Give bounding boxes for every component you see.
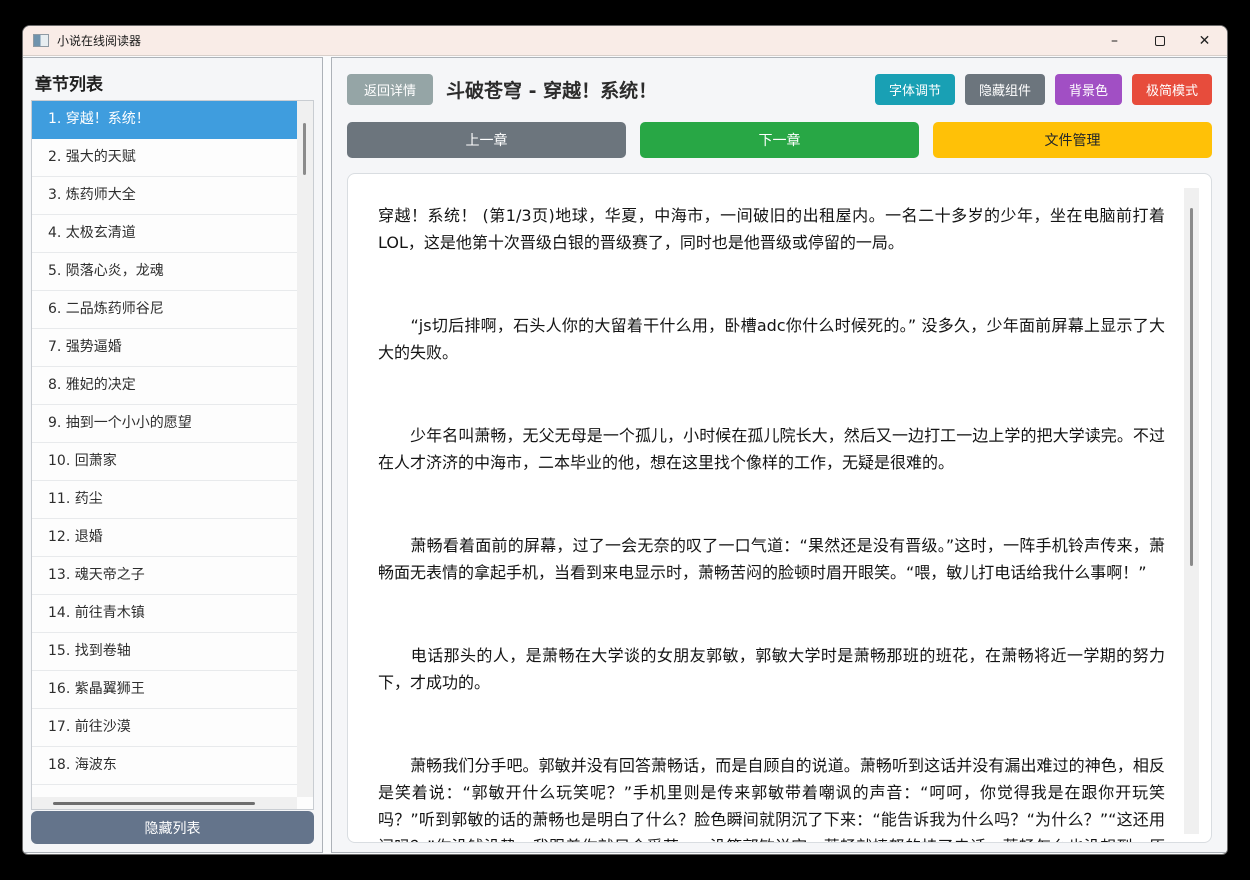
- background-color-button[interactable]: 背景色: [1054, 74, 1122, 105]
- chapter-title: 斗破苍穹 - 穿越！系统！: [446, 80, 658, 102]
- minimal-mode-button[interactable]: 极简模式: [1131, 74, 1212, 105]
- paragraph: “js切后排啊，石头人你的大留着干什么用，卧槽adc你什么时候死的。” 没多久，…: [378, 316, 1165, 362]
- file-manager-button[interactable]: 文件管理: [933, 122, 1212, 158]
- close-icon: ✕: [1198, 32, 1211, 49]
- reader-toolbar: 字体调节 隐藏组件 背景色 极简模式: [874, 74, 1212, 105]
- chapter-item-6[interactable]: 6. 二品炼药师谷尼: [32, 291, 297, 329]
- hide-list-button[interactable]: 隐藏列表: [31, 811, 314, 844]
- window-title: 小说在线阅读器: [57, 34, 142, 48]
- chapter-item-18[interactable]: 18. 海波东: [32, 747, 297, 785]
- main-area: 章节列表 1. 穿越！系统！ 2. 强大的天赋 3. 炼药师大全 4. 太极玄清…: [23, 57, 1227, 854]
- chapter-item-2[interactable]: 2. 强大的天赋: [32, 139, 297, 177]
- maximize-button[interactable]: [1137, 26, 1182, 55]
- paragraph: 少年名叫萧畅，无父无母是一个孤儿，小时候在孤儿院长大，然后又一边打工一边上学的把…: [378, 426, 1165, 472]
- chapter-item-9[interactable]: 9. 抽到一个小小的愿望: [32, 405, 297, 443]
- chapter-item-13[interactable]: 13. 魂天帝之子: [32, 557, 297, 595]
- chapter-item-1[interactable]: 1. 穿越！系统！: [32, 101, 297, 139]
- chapter-item-15[interactable]: 15. 找到卷轴: [32, 633, 297, 671]
- reader-content-card: 穿越！系统！ (第1/3页)地球，华夏，中海市，一间破旧的出租屋内。一名二十多岁…: [347, 173, 1212, 843]
- back-to-details-button[interactable]: 返回详情: [347, 74, 433, 105]
- minimize-icon: –: [1111, 32, 1118, 49]
- paragraph: 电话那头的人，是萧畅在大学谈的女朋友郭敏，郭敏大学时是萧畅那班的班花，在萧畅将近…: [378, 646, 1165, 692]
- scrollbar-thumb[interactable]: [53, 802, 255, 805]
- font-adjust-button[interactable]: 字体调节: [874, 74, 955, 105]
- chapter-text: 穿越！系统！ (第1/3页)地球，华夏，中海市，一间破旧的出租屋内。一名二十多岁…: [348, 174, 1183, 842]
- chapter-item-16[interactable]: 16. 紫晶翼狮王: [32, 671, 297, 709]
- chapter-item-8[interactable]: 8. 雅妃的决定: [32, 367, 297, 405]
- app-window: 小说在线阅读器 – ✕ 章节列表 1. 穿越！系统！ 2. 强大的天赋 3. 炼…: [22, 25, 1228, 855]
- chapter-nav: 上一章 下一章 文件管理: [347, 122, 1212, 158]
- prev-chapter-button[interactable]: 上一章: [347, 122, 626, 158]
- chapter-item-17[interactable]: 17. 前往沙漠: [32, 709, 297, 747]
- chapter-list-vertical-scrollbar[interactable]: [297, 101, 313, 797]
- chapter-list-title: 章节列表: [35, 75, 103, 95]
- chapter-list-panel: 章节列表 1. 穿越！系统！ 2. 强大的天赋 3. 炼药师大全 4. 太极玄清…: [23, 57, 323, 853]
- content-vertical-scrollbar[interactable]: [1184, 188, 1199, 834]
- chapter-items: 1. 穿越！系统！ 2. 强大的天赋 3. 炼药师大全 4. 太极玄清道 5. …: [32, 101, 297, 797]
- scrollbar-thumb[interactable]: [1190, 208, 1193, 566]
- titlebar: 小说在线阅读器 – ✕: [23, 26, 1227, 56]
- chapter-item-3[interactable]: 3. 炼药师大全: [32, 177, 297, 215]
- app-icon: [33, 34, 49, 47]
- chapter-item-5[interactable]: 5. 陨落心炎，龙魂: [32, 253, 297, 291]
- paragraph: 萧畅看着面前的屏幕，过了一会无奈的叹了一口气道：“果然还是没有晋级。”这时，一阵…: [378, 536, 1165, 582]
- next-chapter-button[interactable]: 下一章: [640, 122, 919, 158]
- chapter-list-horizontal-scrollbar[interactable]: [32, 797, 297, 809]
- paragraph: 萧畅我们分手吧。郭敏并没有回答萧畅话，而是自顾自的说道。萧畅听到这话并没有漏出难…: [378, 756, 1165, 842]
- paragraph: 穿越！系统！ (第1/3页)地球，华夏，中海市，一间破旧的出租屋内。一名二十多岁…: [378, 206, 1165, 252]
- chapter-item-10[interactable]: 10. 回萧家: [32, 443, 297, 481]
- chapter-listbox: 1. 穿越！系统！ 2. 强大的天赋 3. 炼药师大全 4. 太极玄清道 5. …: [31, 100, 314, 810]
- chapter-item-14[interactable]: 14. 前往青木镇: [32, 595, 297, 633]
- scrollbar-thumb[interactable]: [303, 123, 306, 175]
- chapter-item-4[interactable]: 4. 太极玄清道: [32, 215, 297, 253]
- close-button[interactable]: ✕: [1182, 26, 1227, 55]
- maximize-icon: [1154, 35, 1165, 46]
- chapter-item-11[interactable]: 11. 药尘: [32, 481, 297, 519]
- reader-panel: 返回详情 斗破苍穹 - 穿越！系统！ 字体调节 隐藏组件 背景色 极简模式 上一…: [331, 57, 1227, 853]
- hide-widgets-button[interactable]: 隐藏组件: [964, 74, 1045, 105]
- chapter-item-7[interactable]: 7. 强势逼婚: [32, 329, 297, 367]
- minimize-button[interactable]: –: [1092, 26, 1137, 55]
- chapter-item-12[interactable]: 12. 退婚: [32, 519, 297, 557]
- window-controls: – ✕: [1092, 26, 1227, 55]
- reader-header: 返回详情 斗破苍穹 - 穿越！系统！ 字体调节 隐藏组件 背景色 极简模式: [347, 74, 1212, 105]
